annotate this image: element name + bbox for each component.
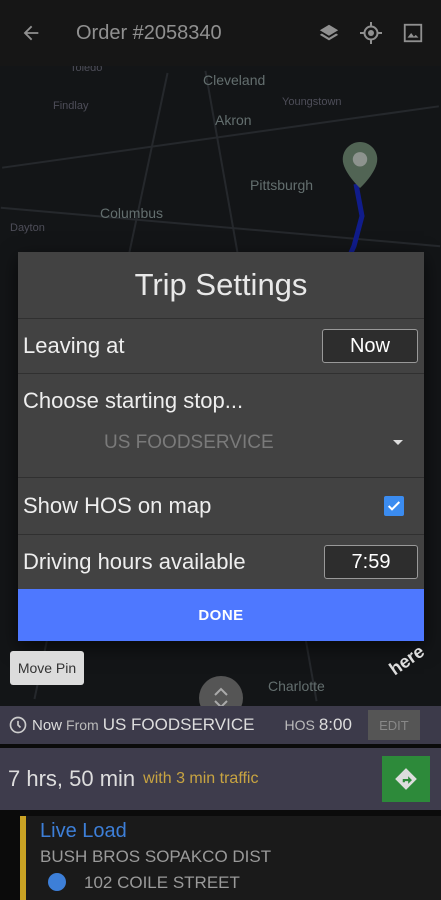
trip-settings-dialog: Trip Settings Leaving at Now Choose star… xyxy=(18,252,424,641)
leaving-at-label: Leaving at xyxy=(23,333,125,358)
stop-name: BUSH BROS SOPAKCO DIST xyxy=(40,847,272,866)
show-hos-row: Show HOS on map xyxy=(18,478,424,535)
starting-stop-label: Choose starting stop... xyxy=(23,388,244,413)
starting-stop-select[interactable]: US FOODSERVICE xyxy=(18,414,424,454)
driving-hours-button[interactable]: 7:59 xyxy=(324,545,418,579)
show-hos-label: Show HOS on map xyxy=(23,493,212,518)
move-pin-button[interactable]: Move Pin xyxy=(10,651,84,685)
stop-card[interactable]: Live Load BUSH BROS SOPAKCO DIST 102 COI… xyxy=(20,816,441,900)
trip-info-bar: Now From US FOODSERVICE HOS 8:00 EDIT xyxy=(0,706,441,744)
stop-address: 102 COILE STREET xyxy=(48,873,441,893)
eta-traffic: with 3 min traffic xyxy=(143,770,259,787)
stop-address-text: 102 COILE STREET xyxy=(84,873,240,892)
navigate-button[interactable] xyxy=(382,756,430,802)
hos-label: HOS xyxy=(284,717,315,733)
driving-hours-label: Driving hours available xyxy=(23,549,246,574)
departure-time: Now xyxy=(32,716,63,734)
hos-value: 8:00 xyxy=(318,715,352,734)
leaving-at-row: Leaving at Now xyxy=(18,319,424,374)
show-hos-checkbox[interactable] xyxy=(384,496,404,516)
directions-icon xyxy=(395,768,417,790)
location-pin-icon xyxy=(48,873,66,891)
stop-type: Live Load xyxy=(40,820,127,842)
start-stop-name: US FOODSERVICE xyxy=(102,715,255,734)
eta-duration: 7 hrs, 50 min xyxy=(8,766,136,791)
done-button[interactable]: DONE xyxy=(18,589,424,641)
clock-icon xyxy=(9,716,27,734)
from-label: From xyxy=(66,717,99,733)
dropdown-arrow-icon xyxy=(393,440,403,445)
starting-stop-section: Choose starting stop... US FOODSERVICE xyxy=(18,374,424,478)
edit-button[interactable]: EDIT xyxy=(367,710,420,740)
leaving-at-button[interactable]: Now xyxy=(322,329,418,363)
dialog-title: Trip Settings xyxy=(18,252,424,319)
check-icon xyxy=(387,501,401,511)
driving-hours-row: Driving hours available 7:59 xyxy=(18,535,424,589)
eta-bar: 7 hrs, 50 min with 3 min traffic xyxy=(0,748,441,810)
starting-stop-value: US FOODSERVICE xyxy=(104,432,274,453)
